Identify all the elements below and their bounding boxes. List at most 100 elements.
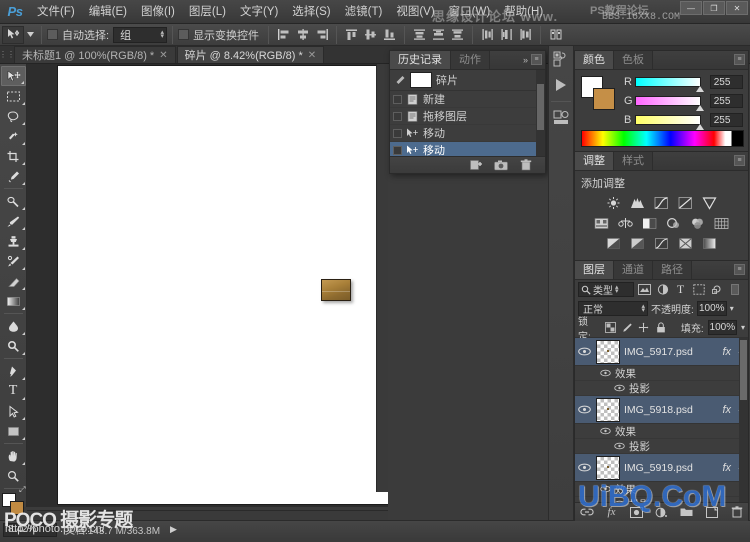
panel-options-icon[interactable]: ≡ — [734, 155, 745, 166]
auto-select-dropdown[interactable]: 组 ▴ ▾ — [113, 26, 168, 43]
layers-scrollbar-thumb[interactable] — [740, 340, 747, 400]
link-layers-icon[interactable] — [579, 505, 594, 519]
lock-transparent-pixels-icon[interactable] — [604, 321, 617, 334]
table-row[interactable]: IMG_5918.psd fx ▲ — [575, 396, 748, 424]
color-lookup-icon[interactable] — [713, 215, 731, 231]
layer-visibility-icon[interactable] — [577, 463, 592, 472]
tool-presets-collapsed-icon[interactable] — [549, 105, 573, 131]
history-row-move-2[interactable]: 移动 — [390, 142, 545, 156]
distribute-horizontal-centers-button[interactable] — [497, 26, 516, 44]
layer-thumbnail[interactable] — [596, 339, 620, 364]
history-scrollbar[interactable] — [536, 70, 545, 156]
fill-flyout-icon[interactable]: ▾ — [741, 323, 745, 332]
menu-window[interactable]: 窗口(W) — [442, 0, 498, 24]
history-row-new[interactable]: 新建 — [390, 91, 545, 108]
menu-select[interactable]: 选择(S) — [285, 0, 337, 24]
menu-edit[interactable]: 编辑(E) — [82, 0, 134, 24]
history-scrollbar-thumb[interactable] — [537, 84, 544, 130]
new-fill-adjustment-layer-icon[interactable] — [655, 505, 669, 519]
status-menu-arrow-icon[interactable]: ▶ — [170, 524, 177, 535]
canvas-white-surface[interactable] — [58, 66, 388, 504]
dodge-tool[interactable] — [1, 336, 26, 356]
panel-options-icon[interactable]: ≡ — [531, 54, 542, 65]
list-item[interactable]: 投影 — [575, 439, 748, 454]
tab-channels[interactable]: 通道 — [614, 261, 653, 279]
move-tool[interactable] — [0, 66, 26, 86]
distribute-left-edges-button[interactable] — [478, 26, 497, 44]
effect-visibility-icon[interactable] — [613, 442, 625, 450]
add-layer-style-icon[interactable]: fx — [605, 505, 619, 519]
layer-effects-badge[interactable]: fx — [723, 404, 732, 416]
spot-healing-brush-tool[interactable] — [1, 191, 26, 211]
distribute-right-edges-button[interactable] — [516, 26, 535, 44]
menu-image[interactable]: 图像(I) — [134, 0, 182, 24]
hand-tool[interactable] — [1, 446, 26, 466]
history-brush-tool[interactable] — [1, 251, 26, 271]
red-value-field[interactable]: 255 — [709, 75, 743, 89]
brush-tool[interactable] — [1, 211, 26, 231]
opacity-flyout-icon[interactable]: ▾ — [730, 304, 734, 313]
distribute-bottom-edges-button[interactable] — [448, 26, 467, 44]
panel-options-icon[interactable]: ≡ — [734, 54, 745, 65]
layer-thumbnail[interactable] — [596, 397, 620, 422]
table-row[interactable]: IMG_5917.psd fx ▲ — [575, 338, 748, 366]
layer-effects-badge[interactable]: fx — [723, 346, 732, 358]
document-canvas-area[interactable] — [27, 64, 388, 507]
align-left-edges-button[interactable] — [274, 26, 293, 44]
history-brush-checkbox[interactable] — [393, 94, 402, 104]
list-item[interactable]: 效果 — [575, 482, 748, 497]
posterize-icon[interactable] — [629, 235, 647, 251]
effect-visibility-icon[interactable] — [613, 500, 625, 502]
list-item[interactable]: 效果 — [575, 424, 748, 439]
green-value-field[interactable]: 255 — [709, 94, 743, 108]
create-new-snapshot-icon[interactable] — [494, 158, 508, 172]
show-transform-controls-checkbox[interactable] — [178, 29, 190, 40]
layer-name[interactable]: IMG_5918.psd — [624, 404, 719, 416]
document-tab-untitled1[interactable]: 未标题1 @ 100%(RGB/8) * ✕ — [14, 46, 176, 63]
effect-visibility-icon[interactable] — [613, 384, 625, 392]
levels-icon[interactable] — [629, 195, 647, 211]
document-tab-suipian[interactable]: 碎片 @ 8.42%(RGB/8) * ✕ — [176, 46, 325, 63]
align-top-edges-button[interactable] — [342, 26, 361, 44]
layers-list[interactable]: IMG_5917.psd fx ▲ 效果 投影 — [575, 338, 748, 502]
lock-image-pixels-icon[interactable] — [621, 321, 634, 334]
filter-pixel-icon[interactable] — [637, 282, 652, 297]
layer-name[interactable]: IMG_5919.psd — [624, 462, 719, 474]
layer-filter-type-dropdown[interactable]: 类型 ▴ ▾ — [578, 282, 634, 297]
crop-tool[interactable] — [1, 146, 26, 166]
effects-visibility-icon[interactable] — [599, 485, 611, 493]
red-slider-track[interactable] — [634, 77, 704, 92]
clone-stamp-tool[interactable] — [1, 231, 26, 251]
hue-saturation-icon[interactable] — [593, 215, 611, 231]
history-collapsed-icon[interactable] — [549, 46, 573, 72]
pen-tool[interactable] — [1, 361, 26, 381]
color-panel-swatches[interactable] — [581, 76, 615, 110]
menu-type[interactable]: 文字(Y) — [233, 0, 285, 24]
actions-collapsed-icon[interactable] — [549, 72, 573, 98]
exposure-icon[interactable] — [677, 195, 695, 211]
align-horizontal-centers-button[interactable] — [293, 26, 312, 44]
blue-slider-track[interactable] — [634, 115, 704, 130]
red-slider-knob[interactable] — [695, 86, 704, 92]
fill-value[interactable]: 100% — [707, 320, 737, 335]
collapse-icon[interactable]: » — [523, 55, 528, 65]
tab-swatches[interactable]: 色板 — [614, 51, 653, 69]
tab-layers[interactable]: 图层 — [575, 261, 614, 279]
delete-state-icon[interactable] — [519, 158, 533, 172]
menu-view[interactable]: 视图(V) — [389, 0, 441, 24]
tab-adjustments[interactable]: 调整 — [575, 152, 614, 170]
menu-file[interactable]: 文件(F) — [30, 0, 82, 24]
list-item[interactable]: 投影 — [575, 497, 748, 502]
move-tool-icon[interactable] — [2, 25, 24, 44]
photo-filter-icon[interactable] — [665, 215, 683, 231]
menu-help[interactable]: 帮助(H) — [497, 0, 550, 24]
green-slider-knob[interactable] — [695, 105, 704, 111]
rectangle-tool[interactable] — [1, 421, 26, 441]
lasso-tool[interactable] — [1, 106, 26, 126]
align-right-edges-button[interactable] — [312, 26, 331, 44]
zoom-level-field[interactable]: 8.42% — [3, 522, 57, 537]
distribute-vertical-centers-button[interactable] — [429, 26, 448, 44]
history-brush-checkbox[interactable] — [393, 145, 402, 155]
zoom-tool[interactable] — [1, 466, 26, 486]
list-item[interactable]: 效果 — [575, 366, 748, 381]
